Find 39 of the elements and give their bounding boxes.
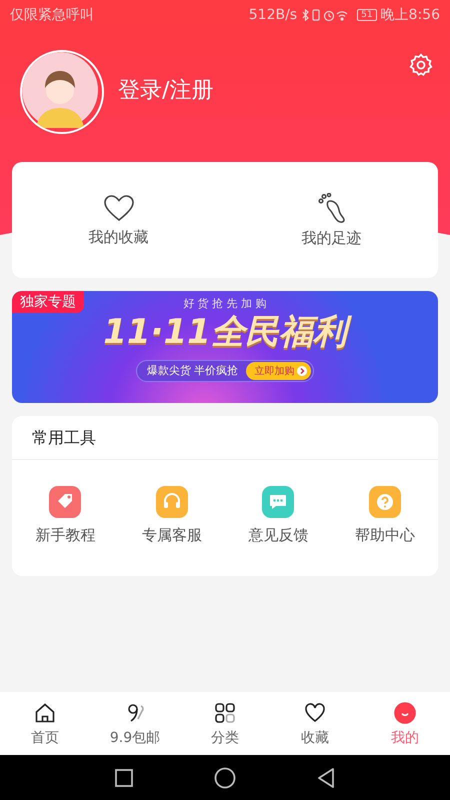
tab-item[interactable]: 首页 xyxy=(0,692,90,755)
status-time: 晚上8:56 xyxy=(380,6,440,24)
status-notice: 仅限紧急呼叫 xyxy=(10,6,94,24)
quick-link[interactable]: 我的足迹 xyxy=(225,162,438,278)
banner-subtitle: 好 货 抢 先 加 购 xyxy=(183,296,267,311)
quick-link-label: 我的收藏 xyxy=(88,228,148,246)
banner-title: 11·11全民福利 xyxy=(95,311,355,356)
heart-icon xyxy=(303,700,327,724)
avatar-drawing[interactable] xyxy=(20,50,104,134)
banner-tag: 独家专题 xyxy=(12,291,84,313)
tab-item[interactable]: 收藏 xyxy=(270,692,360,755)
home-icon xyxy=(33,700,57,724)
tool-label: 专属客服 xyxy=(142,526,202,545)
login-link[interactable]: 登录/注册 xyxy=(118,75,214,105)
settings-icon[interactable] xyxy=(408,52,434,78)
banner-slogan: 爆款尖货 半价疯抢 xyxy=(146,363,238,378)
recent-apps-icon[interactable] xyxy=(114,768,134,788)
quick-link[interactable]: 我的收藏 xyxy=(12,162,225,278)
tools-title: 常用工具 xyxy=(12,416,438,460)
tool-label: 帮助中心 xyxy=(354,526,415,545)
tool-item[interactable]: 意见反馈 xyxy=(225,486,332,545)
tool-item[interactable]: 专属客服 xyxy=(118,486,225,545)
buy-now-button[interactable]: 立即加购 xyxy=(246,362,312,380)
tool-item[interactable]: 新手教程 xyxy=(12,486,118,545)
network-speed: 512B/s xyxy=(248,7,298,23)
tool-item[interactable]: 帮助中心 xyxy=(332,486,438,545)
battery-level: 51 xyxy=(357,9,377,21)
back-icon[interactable] xyxy=(316,766,336,788)
tab-item[interactable]: 分类 xyxy=(180,692,270,755)
promo-banner[interactable]: 独家专题 好 货 抢 先 加 购 11·11全民福利 爆款尖货 半价疯抢 立即加购 xyxy=(12,291,438,403)
chevron-icon xyxy=(297,366,308,376)
quick-link-label: 我的足迹 xyxy=(302,228,362,248)
footprint-icon xyxy=(316,192,348,222)
grid-icon xyxy=(213,700,237,724)
tab-item[interactable]: 9.9包邮 xyxy=(90,692,180,755)
tool-label: 新手教程 xyxy=(35,526,96,545)
heart-icon xyxy=(102,194,134,222)
tool-label: 意见反馈 xyxy=(248,526,308,545)
home-button-icon[interactable] xyxy=(214,766,236,788)
